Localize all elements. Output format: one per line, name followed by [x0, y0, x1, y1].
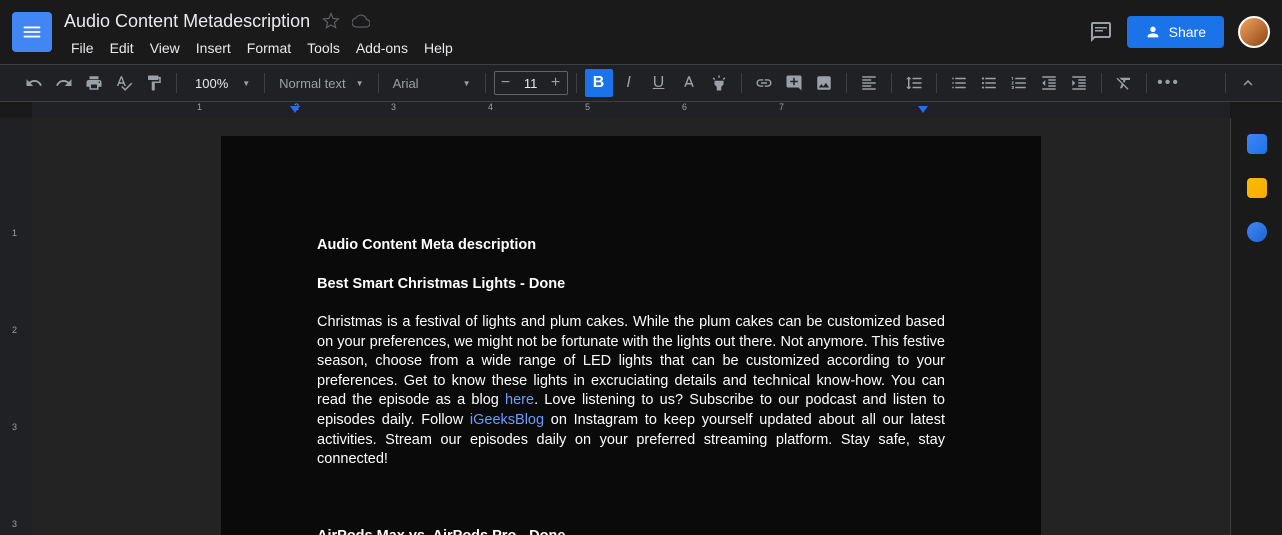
add-comment-button[interactable]: [780, 69, 808, 97]
menu-addons[interactable]: Add-ons: [349, 36, 415, 60]
increase-indent-button[interactable]: [1065, 69, 1093, 97]
chevron-down-icon: ▼: [463, 79, 471, 88]
user-avatar[interactable]: [1238, 16, 1270, 48]
style-select[interactable]: Normal text▼: [273, 72, 369, 95]
menu-bar: File Edit View Insert Format Tools Add-o…: [64, 36, 1089, 60]
chevron-down-icon: ▼: [242, 79, 250, 88]
font-size-value[interactable]: 11: [517, 76, 545, 91]
share-person-icon: [1145, 24, 1161, 40]
checklist-button[interactable]: [945, 69, 973, 97]
horizontal-ruler[interactable]: 1 2 3 4 5 6 7: [32, 102, 1230, 118]
line-spacing-button[interactable]: [900, 69, 928, 97]
link-igeeksblog[interactable]: iGeeksBlog: [470, 412, 551, 428]
tasks-app-icon[interactable]: [1247, 222, 1267, 242]
clear-formatting-button[interactable]: [1110, 69, 1138, 97]
decrease-indent-button[interactable]: [1035, 69, 1063, 97]
italic-button[interactable]: I: [615, 69, 643, 97]
share-button[interactable]: Share: [1127, 16, 1224, 48]
font-size-control: − 11 +: [494, 71, 568, 95]
doc-spacer: [317, 489, 945, 509]
right-indent-marker[interactable]: [918, 106, 928, 113]
doc-heading: Audio Content Meta description: [317, 236, 945, 256]
docs-app-icon[interactable]: [12, 12, 52, 52]
calendar-app-icon[interactable]: [1247, 134, 1267, 154]
share-button-label: Share: [1169, 24, 1206, 40]
align-button[interactable]: [855, 69, 883, 97]
underline-button[interactable]: U: [645, 69, 673, 97]
menu-format[interactable]: Format: [240, 36, 298, 60]
text-color-button[interactable]: [675, 69, 703, 97]
bold-button[interactable]: B: [585, 69, 613, 97]
bullet-list-button[interactable]: [975, 69, 1003, 97]
more-button[interactable]: •••: [1155, 69, 1183, 97]
menu-help[interactable]: Help: [417, 36, 460, 60]
cloud-status-icon[interactable]: [352, 12, 370, 30]
link-here[interactable]: here: [499, 392, 534, 408]
print-button[interactable]: [80, 69, 108, 97]
font-size-decrease[interactable]: −: [495, 72, 517, 94]
numbered-list-button[interactable]: [1005, 69, 1033, 97]
chevron-down-icon: ▼: [356, 79, 364, 88]
document-page[interactable]: Audio Content Meta description Best Smar…: [221, 136, 1041, 535]
doc-subheading: AirPods Max vs. AirPods Pro - Done: [317, 527, 945, 535]
left-indent-marker[interactable]: [290, 106, 300, 113]
toolbar: 100%▼ Normal text▼ Arial▼ − 11 + B I U •…: [0, 64, 1282, 102]
undo-button[interactable]: [20, 69, 48, 97]
doc-paragraph: Christmas is a festival of lights and pl…: [317, 313, 945, 470]
doc-subheading: Best Smart Christmas Lights - Done: [317, 275, 945, 295]
side-panel: [1230, 118, 1282, 535]
menu-file[interactable]: File: [64, 36, 101, 60]
menu-view[interactable]: View: [143, 36, 187, 60]
insert-image-button[interactable]: [810, 69, 838, 97]
collapse-toolbar-button[interactable]: [1234, 69, 1262, 97]
spellcheck-button[interactable]: [110, 69, 138, 97]
star-icon[interactable]: [322, 12, 340, 30]
vertical-ruler[interactable]: 1 2 3 3: [0, 118, 32, 535]
font-size-increase[interactable]: +: [545, 72, 567, 94]
menu-tools[interactable]: Tools: [300, 36, 347, 60]
font-select[interactable]: Arial▼: [387, 72, 477, 95]
document-scroll-area[interactable]: Audio Content Meta description Best Smar…: [32, 118, 1230, 535]
menu-insert[interactable]: Insert: [189, 36, 238, 60]
redo-button[interactable]: [50, 69, 78, 97]
paint-format-button[interactable]: [140, 69, 168, 97]
insert-link-button[interactable]: [750, 69, 778, 97]
zoom-select[interactable]: 100%▼: [185, 72, 256, 95]
comment-history-icon[interactable]: [1089, 20, 1113, 44]
document-title[interactable]: Audio Content Metadescription: [64, 11, 310, 32]
highlight-button[interactable]: [705, 69, 733, 97]
menu-edit[interactable]: Edit: [103, 36, 141, 60]
keep-app-icon[interactable]: [1247, 178, 1267, 198]
